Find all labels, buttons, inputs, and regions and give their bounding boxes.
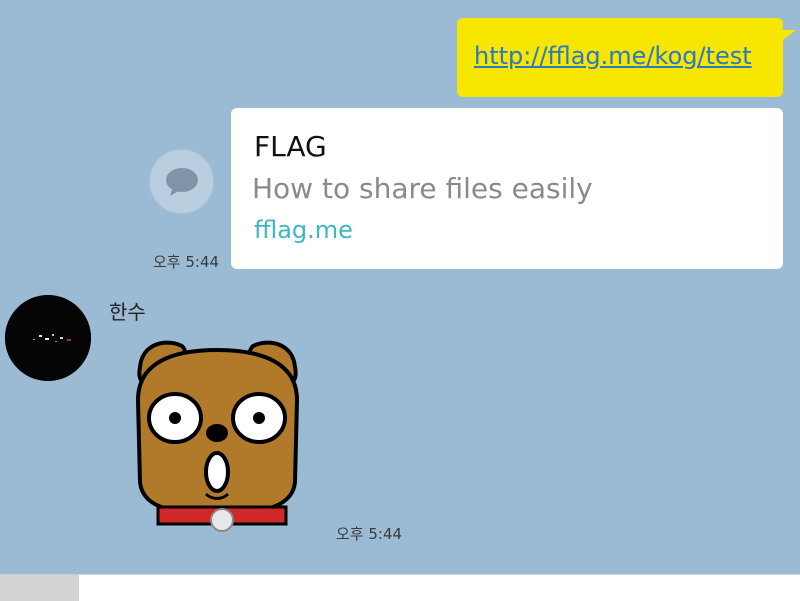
outgoing-link[interactable]: http://fflag.me/kog/test — [474, 42, 752, 70]
chat-bubble-icon — [165, 167, 198, 196]
share-button[interactable] — [149, 149, 214, 214]
message-input-bar[interactable] — [0, 574, 800, 601]
outgoing-bubble-tail — [778, 30, 796, 44]
input-bar-left-panel — [0, 575, 79, 601]
link-preview-description: How to share files easily — [252, 172, 593, 205]
link-preview-title: FLAG — [254, 130, 327, 163]
link-preview-card[interactable]: FLAG How to share files easily fflag.me — [231, 108, 783, 269]
link-preview-domain: fflag.me — [254, 216, 353, 244]
dog-sticker[interactable] — [130, 332, 305, 537]
outgoing-timestamp: 오후 5:44 — [153, 253, 220, 271]
sender-name: 한수 — [109, 300, 146, 324]
avatar-photo — [5, 295, 91, 381]
incoming-timestamp: 오후 5:44 — [336, 525, 403, 543]
sender-avatar[interactable] — [5, 295, 91, 381]
